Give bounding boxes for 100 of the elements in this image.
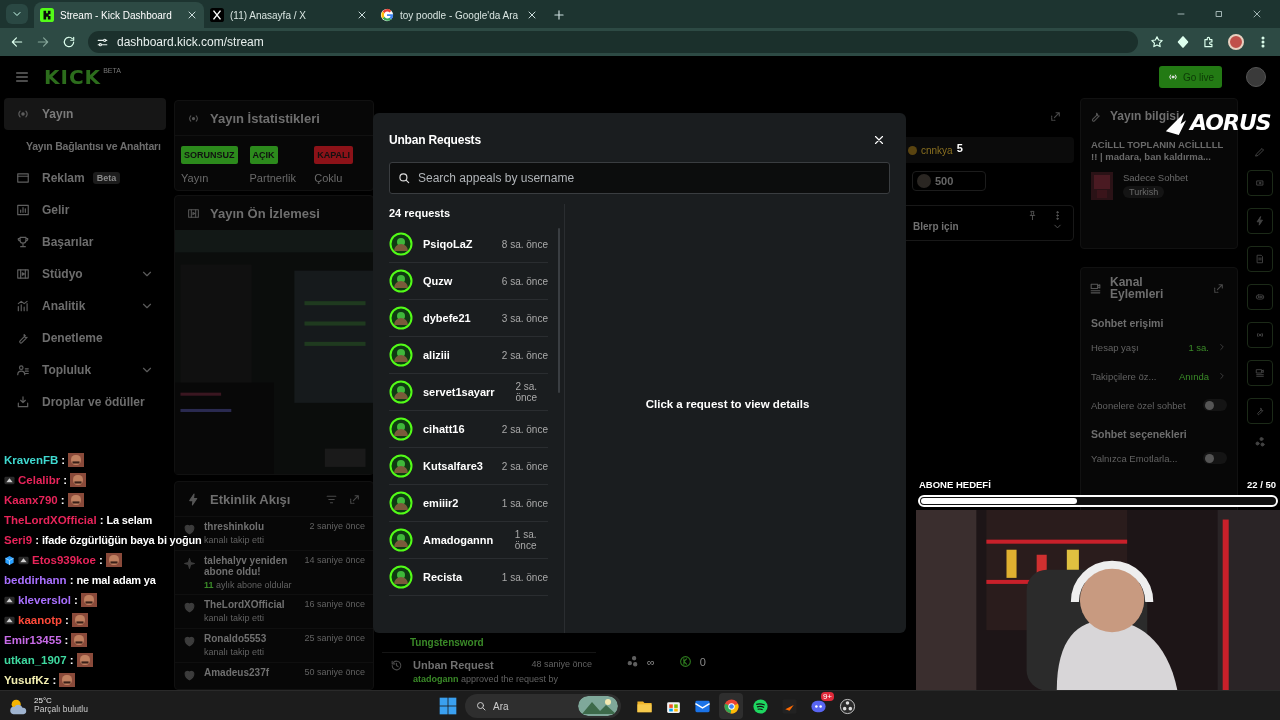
toggle-switch[interactable] <box>1203 399 1227 412</box>
close-icon[interactable] <box>186 9 198 21</box>
sidebar-item[interactable]: Başarılar <box>4 226 166 258</box>
browser-tab[interactable]: Stream - Kick Dashboard <box>34 2 204 28</box>
card-title: Blerp için <box>913 221 959 232</box>
section-heading: Sohbet erişimi <box>1090 315 1165 331</box>
chat-separator: : <box>65 614 69 626</box>
chat-username: KravenFB <box>4 454 59 466</box>
wrench-icon <box>16 331 30 345</box>
chat-separator: : <box>64 634 69 646</box>
address-bar[interactable]: dashboard.kick.com/stream <box>88 31 1138 53</box>
sidebar-item[interactable]: Denetleme <box>4 322 166 354</box>
request-count: 24 requests <box>389 206 452 221</box>
chat-separator: : <box>52 674 57 686</box>
close-icon[interactable] <box>526 9 538 21</box>
chat-separator: : <box>69 654 74 666</box>
avatar <box>389 343 413 367</box>
download-icon <box>16 395 30 409</box>
reload-icon[interactable] <box>62 35 76 49</box>
dialog-title: Unban Requests <box>389 133 481 147</box>
site-icon <box>380 8 394 22</box>
profile-avatar[interactable] <box>1228 34 1244 50</box>
request-row[interactable]: PsiqoLaZ 8 sa. önce <box>389 226 548 263</box>
chat-message: ifade özgürlüğün baya bi yoğun <box>42 534 202 546</box>
request-row[interactable]: aliziii 2 sa. önce <box>389 337 548 374</box>
film-icon <box>16 267 30 281</box>
dots-icon[interactable] <box>1254 436 1266 448</box>
close-icon[interactable] <box>872 133 886 147</box>
extensions-icon[interactable] <box>1202 35 1216 49</box>
bookmark-star-icon[interactable] <box>1150 35 1164 49</box>
request-row[interactable]: Quzw 6 sa. önce <box>389 263 548 300</box>
pin-icon[interactable] <box>1027 210 1038 221</box>
panel-title: Etkinlik Akışı <box>210 491 291 507</box>
category-name: Sadece Sohbet <box>1123 171 1188 183</box>
badge-icon <box>4 594 15 606</box>
tab-list-button[interactable] <box>6 4 28 24</box>
setting-row[interactable]: Hesap yaşı 1 sa. <box>1081 332 1237 362</box>
chat-username: Etos939koe <box>32 554 96 566</box>
sidebar-item[interactable]: Yayın Bağlantısı ve Anahtarı <box>4 130 166 162</box>
start-button[interactable] <box>438 696 458 716</box>
emote-icon <box>70 473 87 487</box>
extension-icon[interactable] <box>1176 35 1190 49</box>
badge-icon <box>4 474 15 486</box>
sidebar-item[interactable]: Topluluk <box>4 354 166 386</box>
browser-tab[interactable]: toy poodle - Google'da Ara <box>374 2 544 28</box>
request-row[interactable]: Amadogannn 1 sa. önce <box>389 522 548 559</box>
empty-message: Click a request to view details <box>645 397 810 410</box>
search-field[interactable]: Search appeals by username <box>389 162 890 194</box>
sidebar-item[interactable]: Yayın <box>4 98 166 130</box>
close-icon[interactable] <box>1251 8 1263 20</box>
bar-chart-icon <box>16 203 30 217</box>
app-icon[interactable] <box>722 697 740 715</box>
sidebar-item[interactable]: Gelir <box>4 194 166 226</box>
sidebar-item[interactable]: Droplar ve ödüller <box>4 386 166 418</box>
setting-label: Abonelere özel sohbet <box>1091 399 1186 411</box>
sidebar-item[interactable]: Stüdyo <box>4 258 166 290</box>
emote-icon <box>68 453 85 467</box>
chat-separator: : <box>60 494 65 506</box>
user-avatar[interactable] <box>1246 67 1266 87</box>
toggle-switch[interactable] <box>1203 452 1227 465</box>
avatar <box>389 491 413 515</box>
new-tab-icon[interactable] <box>552 8 566 22</box>
cube-badge-icon <box>4 554 15 566</box>
request-row[interactable]: Recista 1 sa. önce <box>389 559 548 596</box>
chat-username: kleverslol <box>18 594 72 606</box>
sidebar-item[interactable]: Reklam Beta <box>4 162 166 194</box>
chat-username: Celalibr <box>18 474 61 486</box>
chat-message: La selam <box>106 514 152 526</box>
chat-username: TheLordXOfficial <box>4 514 97 526</box>
maximize-icon[interactable] <box>1213 8 1225 20</box>
request-row[interactable]: emiiir2 1 sa. önce <box>389 485 548 522</box>
request-row[interactable]: Kutsalfare3 2 sa. önce <box>389 448 548 485</box>
chat-separator: : <box>35 534 39 546</box>
app-icon[interactable] <box>751 697 769 715</box>
chat-username: kaanotp <box>18 614 63 626</box>
app-icon[interactable] <box>838 697 856 715</box>
request-row[interactable]: cihatt16 2 sa. önce <box>389 411 548 448</box>
forward-icon[interactable] <box>36 35 50 49</box>
avatar <box>389 528 413 552</box>
panel-title: Kanal Eylemleri <box>1110 275 1165 301</box>
setting-row[interactable]: Takipçilere öz... Anında <box>1081 361 1237 391</box>
back-icon[interactable] <box>10 35 24 49</box>
taskbar-search[interactable]: Ara <box>465 694 621 718</box>
camera-icon <box>1089 281 1102 295</box>
scrollbar[interactable] <box>558 228 560 393</box>
amount-chip[interactable]: 500 <box>912 171 986 191</box>
request-row[interactable]: servet1sayarr 2 sa. önce <box>389 374 548 411</box>
chat-username: utkan_1907 <box>4 654 67 666</box>
language-tag: Turkish <box>1123 185 1165 198</box>
browser-tab[interactable]: (11) Anasayfa / X <box>204 2 374 28</box>
trophy-icon <box>16 235 30 249</box>
chat-message: ne mal adam ya <box>76 574 156 586</box>
close-icon[interactable] <box>356 9 368 21</box>
avatar <box>389 269 413 293</box>
weather-widget[interactable]: 25°C Parçalı bulutlu <box>8 695 158 716</box>
sidebar-item[interactable]: Analitik <box>4 290 166 322</box>
people-icon <box>16 363 30 377</box>
status-badge: SORUNSUZ <box>181 146 238 164</box>
request-row[interactable]: dybefe21 3 sa. önce <box>389 300 548 337</box>
dots-icon <box>626 655 639 668</box>
